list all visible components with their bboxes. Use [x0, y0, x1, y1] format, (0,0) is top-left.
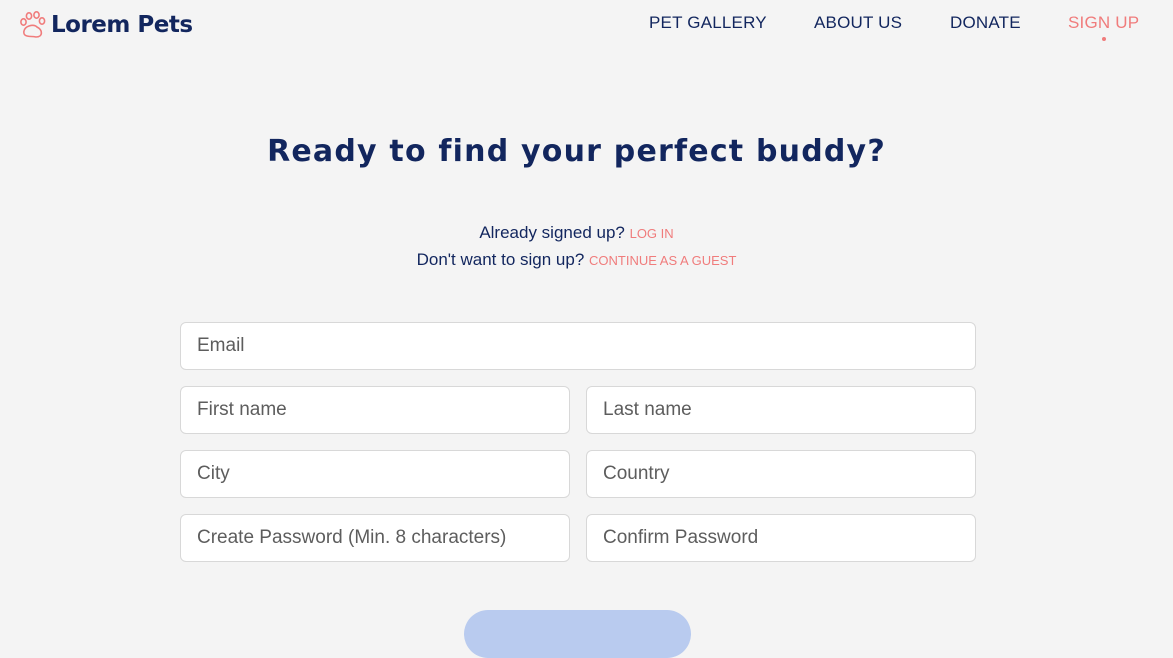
- confirm-password-field[interactable]: [586, 514, 976, 562]
- page-title: Ready to find your perfect buddy?: [267, 134, 886, 169]
- guest-prompt: Don't want to sign up? CONTINUE AS A GUE…: [0, 249, 1153, 272]
- already-signed-up-text: Already signed up?: [479, 223, 625, 242]
- login-prompt: Already signed up? LOG IN: [0, 222, 1153, 245]
- email-field[interactable]: [180, 322, 976, 370]
- first-name-field[interactable]: [180, 386, 570, 434]
- country-field[interactable]: [586, 450, 976, 498]
- main-nav: PET GALLERY ABOUT US DONATE SIGN UP: [0, 13, 1173, 41]
- continue-as-guest-link[interactable]: CONTINUE AS A GUEST: [589, 253, 736, 268]
- nav-sign-up-label: SIGN UP: [1068, 13, 1140, 32]
- active-indicator-dot: [1101, 37, 1106, 41]
- nav-about-us[interactable]: ABOUT US: [814, 13, 902, 33]
- nav-donate[interactable]: DONATE: [950, 13, 1021, 33]
- nav-sign-up[interactable]: SIGN UP: [1068, 13, 1140, 41]
- site-header: Lorem Pets PET GALLERY ABOUT US DONATE S…: [0, 0, 1173, 50]
- log-in-link[interactable]: LOG IN: [630, 226, 674, 241]
- last-name-field[interactable]: [586, 386, 976, 434]
- nav-pet-gallery[interactable]: PET GALLERY: [649, 13, 767, 33]
- city-field[interactable]: [180, 450, 570, 498]
- create-password-field[interactable]: [180, 514, 570, 562]
- dont-want-sign-up-text: Don't want to sign up?: [416, 250, 585, 269]
- submit-button[interactable]: [464, 610, 691, 658]
